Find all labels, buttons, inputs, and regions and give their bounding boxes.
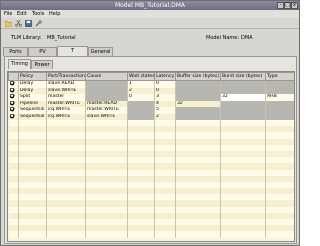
empty-cell[interactable] — [265, 231, 294, 238]
header-check[interactable] — [8, 72, 19, 81]
tab-timing[interactable]: Timing — [8, 59, 31, 69]
tlm-library-label: TLM Library: — [11, 35, 42, 41]
header-wait[interactable]: Wait states — [127, 72, 155, 81]
menu-tools[interactable]: Tools — [32, 11, 44, 17]
cell-type[interactable] — [265, 80, 294, 88]
menu-edit[interactable]: Edit — [17, 11, 27, 17]
table-body: Delay slave.READ 1 0 Delay slave.WRITE 2 0 Split… — [8, 80, 294, 238]
window-title: Model MB_Tutorial.DMA — [114, 2, 186, 9]
header-type[interactable]: Type — [265, 72, 294, 81]
tab-pv[interactable]: PV — [28, 47, 57, 56]
row-checkbox[interactable] — [9, 113, 14, 118]
menu-bar: File Edit Tools Help — [1, 10, 299, 18]
menu-file[interactable]: File — [4, 11, 12, 17]
header-burst[interactable]: Burst size (bytes) — [220, 72, 266, 81]
row-checkbox[interactable] — [9, 100, 14, 105]
minimize-button[interactable]: - — [277, 2, 284, 9]
tlm-library-value: MB_Tutorial — [47, 35, 76, 41]
empty-cell[interactable] — [154, 231, 176, 238]
t-tab-panel: Timing Power Policy Port/Transaction Cau… — [4, 56, 297, 244]
cell-burst[interactable] — [220, 80, 266, 88]
empty-cell[interactable] — [127, 231, 155, 238]
library-row: TLM Library: MB_Tutorial Model Name: DMA — [1, 33, 299, 43]
folder-icon[interactable] — [5, 20, 12, 27]
header-buffer[interactable]: Buffer size (bytes) — [175, 72, 221, 81]
model-name-label: Model Name: — [206, 35, 240, 41]
cell-buffer[interactable] — [175, 80, 221, 88]
row-checkbox[interactable] — [9, 81, 14, 85]
table-header: Policy Port/Transaction Cause Wait state… — [8, 72, 294, 81]
tab-power[interactable]: Power — [31, 60, 53, 69]
timing-table: Policy Port/Transaction Cause Wait state… — [7, 71, 295, 242]
empty-cell[interactable] — [18, 231, 47, 238]
save-icon[interactable] — [25, 20, 32, 27]
cut-icon[interactable] — [15, 20, 22, 27]
tab-ports[interactable]: Ports — [3, 47, 28, 56]
app-window: Model MB_Tutorial.DMA - □ x File Edit To… — [0, 0, 300, 246]
row-checkbox[interactable] — [9, 94, 14, 98]
cell-policy[interactable]: Sequential — [18, 107, 47, 114]
maximize-button[interactable]: □ — [284, 2, 291, 9]
menu-help[interactable]: Help — [49, 11, 60, 17]
cell-cause[interactable] — [85, 80, 128, 88]
empty-cell[interactable] — [85, 231, 128, 238]
cell-latency[interactable]: 0 — [154, 80, 176, 88]
header-cause[interactable]: Cause — [85, 72, 128, 81]
table-row-empty[interactable] — [8, 231, 294, 238]
tools-icon[interactable] — [35, 20, 42, 27]
header-port[interactable]: Port/Transaction — [46, 72, 86, 81]
cell-policy[interactable]: Sequential — [18, 113, 47, 120]
table-row[interactable]: Delay slave.READ 1 0 — [8, 80, 294, 88]
cell-port[interactable]: slave.READ — [46, 80, 86, 88]
row-checkbox[interactable] — [9, 107, 14, 111]
cell-policy[interactable]: Delay — [18, 80, 47, 88]
empty-cell[interactable] — [175, 231, 221, 238]
tab-general[interactable]: General — [88, 47, 113, 56]
close-button[interactable]: x — [291, 2, 298, 9]
model-name-value: DMA — [241, 35, 253, 41]
title-bar: Model MB_Tutorial.DMA - □ x — [1, 1, 299, 10]
empty-cell[interactable] — [220, 231, 266, 238]
toolbar — [1, 18, 299, 29]
row-checkbox[interactable] — [9, 87, 14, 92]
header-policy[interactable]: Policy — [18, 72, 47, 81]
empty-cell[interactable] — [46, 231, 86, 238]
tab-t[interactable]: T — [57, 46, 88, 56]
cell-wait[interactable]: 1 — [127, 80, 155, 88]
header-latency[interactable]: Latency — [154, 72, 176, 81]
row-checkbox-cell — [8, 80, 19, 88]
empty-cell[interactable] — [8, 231, 19, 238]
